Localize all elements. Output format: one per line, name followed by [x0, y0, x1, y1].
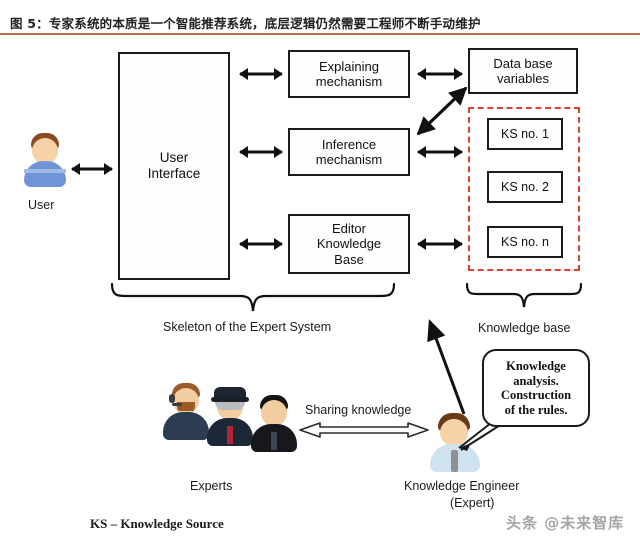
box-editor-knowledge-base: Editor Knowledge Base [288, 214, 410, 274]
expert2-hair [215, 401, 245, 410]
figure-title-bar: 图 5：专家系统的本质是一个智能推荐系统，底层逻辑仍然需要工程师不断手动维护 [0, 0, 640, 36]
arrow-editor-to-ksn [417, 237, 463, 251]
knowledge-engineer-label: Knowledge Engineer [404, 479, 520, 493]
user-avatar [22, 133, 68, 195]
brace-skeleton [110, 282, 396, 312]
watermark: 头条 @未来智库 [506, 514, 625, 532]
legend-ks: KS – Knowledge Source [90, 516, 224, 531]
box-ks-1: KS no. 1 [487, 118, 563, 150]
ke-tie [451, 450, 458, 472]
expert-avatar-3 [248, 394, 300, 456]
arrow-sharing-knowledge [299, 422, 429, 438]
sharing-knowledge-label: Sharing knowledge [305, 403, 412, 417]
page-title: 图 5：专家系统的本质是一个智能推荐系统，底层逻辑仍然需要工程师不断手动维护 [10, 16, 481, 31]
caption-skeleton: Skeleton of the Expert System [163, 320, 332, 334]
arrow-interface-to-explaining [239, 67, 283, 81]
brace-knowledge-base [465, 282, 583, 308]
box-ks-n: KS no. n [487, 226, 563, 258]
figure-canvas: 图 5：专家系统的本质是一个智能推荐系统，底层逻辑仍然需要工程师不断手动维护 U… [0, 0, 640, 546]
caption-knowledge-base: Knowledge base [478, 321, 571, 335]
box-ks-2: KS no. 2 [487, 171, 563, 203]
box-explaining-mechanism: Explaining mechanism [288, 50, 410, 98]
arrow-engineer-to-knowledge-base [427, 319, 466, 415]
knowledge-engineer-sublabel: (Expert) [450, 496, 495, 510]
arrow-interface-to-inference [239, 145, 283, 159]
experts-label: Experts [190, 479, 233, 493]
arrow-interface-to-editor [239, 237, 283, 251]
expert1-suit [163, 412, 209, 440]
expert3-tie [271, 432, 277, 450]
speech-bubble-knowledge-analysis: Knowledge analysis. Construction of the … [482, 349, 590, 427]
box-database-variables: Data base variables [468, 48, 578, 94]
user-shirt [24, 161, 66, 187]
box-inference-mechanism: Inference mechanism [288, 128, 410, 176]
expert2-tie [227, 426, 233, 444]
user-label: User [28, 198, 55, 212]
cap-brim-icon [211, 397, 249, 402]
experts-avatars [160, 382, 297, 454]
arrow-user-to-interface [71, 162, 113, 176]
title-underline [0, 33, 640, 35]
microphone-icon [172, 403, 182, 406]
box-user-interface: User Interface [118, 52, 230, 280]
arrow-inference-to-ks1 [417, 145, 463, 159]
headset-icon [169, 394, 175, 403]
